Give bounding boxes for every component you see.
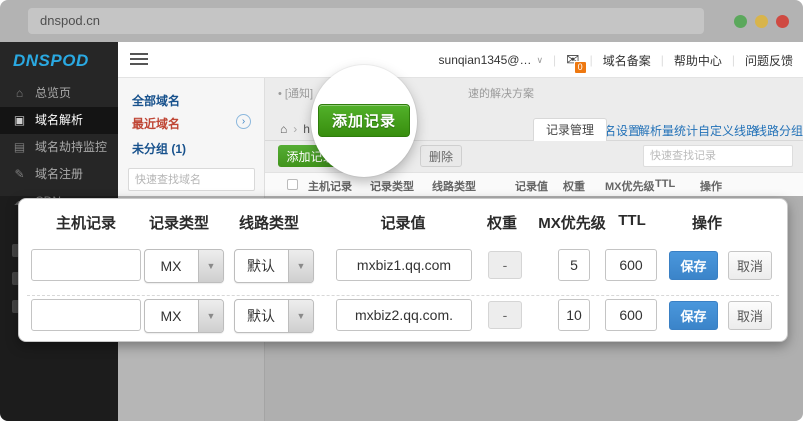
nav-link-beian[interactable]: 域名备案: [603, 52, 651, 69]
record-value-input[interactable]: [336, 299, 472, 331]
ungrouped-link[interactable]: 未分组 (1): [132, 140, 186, 157]
tab-resolution-stats[interactable]: 解析量统计: [638, 122, 698, 139]
address-bar[interactable]: dnspod.cn: [28, 8, 704, 34]
account-name: sunqian1345@…: [439, 53, 532, 67]
row-divider: [27, 295, 779, 296]
record-type-value: MX: [145, 250, 197, 282]
line-type-value: 默认: [235, 250, 287, 282]
nav-link-help[interactable]: 帮助中心: [674, 52, 722, 69]
records-table-header: 主机记录 记录类型 线路类型 记录值 权重 MX优先级 TTL 操作: [265, 172, 803, 196]
mail-badge: 0: [574, 61, 587, 74]
line-type-select[interactable]: 默认 ▼: [234, 299, 314, 333]
sidebar-item-label: 域名劫持监控: [35, 134, 107, 161]
ttl-input[interactable]: [605, 249, 657, 281]
record-search-input[interactable]: [643, 145, 793, 167]
breadcrumb-domain: h: [303, 122, 310, 136]
sidebar-item-dns[interactable]: ▣ 域名解析: [0, 107, 118, 134]
col-mx: MX优先级: [605, 178, 655, 194]
sidebar-item-label: 域名注册: [35, 161, 83, 188]
line-type-value: 默认: [235, 300, 287, 332]
delete-button[interactable]: 删除: [420, 145, 462, 167]
host-input[interactable]: [31, 299, 141, 331]
edit-icon: ✎: [12, 161, 27, 188]
tutorial-spotlight: 添加记录: [311, 65, 417, 177]
divider: |: [553, 53, 556, 67]
recent-domains-link[interactable]: 最近域名: [132, 115, 180, 132]
col-host: 主机记录: [308, 178, 352, 194]
hamburger-menu-icon[interactable]: [130, 53, 148, 67]
mail-icon[interactable]: ✉ 0: [566, 50, 579, 70]
modal-col-mx: MX优先级: [538, 212, 606, 233]
col-ttl: TTL: [655, 178, 675, 190]
save-button[interactable]: 保存: [669, 251, 718, 280]
home-icon: ⌂: [12, 80, 27, 107]
sidebar-item-label: 总览页: [35, 80, 71, 107]
col-line: 线路类型: [432, 178, 476, 194]
breadcrumb-separator: ›: [293, 122, 297, 136]
add-record-button-highlighted[interactable]: 添加记录: [318, 104, 410, 137]
col-actions: 操作: [700, 178, 722, 194]
dnspod-logo: DNSPOD: [0, 42, 118, 80]
host-input[interactable]: [31, 249, 141, 281]
record-value-input[interactable]: [336, 249, 472, 281]
chevron-down-icon: ▼: [288, 250, 313, 282]
sidebar-item-label: 域名解析: [35, 107, 83, 134]
expand-circle-icon[interactable]: ›: [236, 114, 251, 129]
modal-col-ttl: TTL: [618, 212, 646, 229]
chevron-down-icon: ▼: [198, 300, 223, 332]
modal-col-value: 记录值: [380, 212, 425, 233]
divider: |: [590, 53, 593, 67]
record-type-select[interactable]: MX ▼: [144, 299, 224, 333]
home-icon[interactable]: ⌂: [280, 122, 287, 136]
line-type-select[interactable]: 默认 ▼: [234, 249, 314, 283]
tab-custom-lines[interactable]: 自定义线路: [698, 122, 758, 139]
sidebar-item-overview[interactable]: ⌂ 总览页: [0, 80, 118, 107]
window-controls: [734, 15, 789, 28]
chevron-down-icon: ▼: [198, 250, 223, 282]
modal-col-line: 线路类型: [239, 212, 299, 233]
notice-text-suffix: 速的解决方案: [468, 85, 534, 101]
traffic-light-green-icon[interactable]: [734, 15, 747, 28]
cancel-button[interactable]: 取消: [728, 301, 772, 330]
sidebar-item-hijack-monitor[interactable]: ▤ 域名劫持监控: [0, 134, 118, 161]
monitor-icon: ▣: [12, 107, 27, 134]
top-navbar: sunqian1345@… ∨ | ✉ 0 | 域名备案 | 帮助中心 | 问题…: [118, 42, 803, 78]
nav-link-feedback[interactable]: 问题反馈: [745, 52, 793, 69]
weight-box: -: [488, 251, 522, 279]
chevron-down-icon: ▼: [288, 300, 313, 332]
traffic-light-yellow-icon[interactable]: [755, 15, 768, 28]
col-type: 记录类型: [370, 178, 414, 194]
col-weight: 权重: [563, 178, 585, 194]
weight-box: -: [488, 301, 522, 329]
domain-search-input[interactable]: [128, 168, 255, 191]
tab-record-management[interactable]: 记录管理: [533, 118, 607, 141]
browser-titlebar: dnspod.cn: [0, 0, 803, 42]
all-domains-link[interactable]: 全部域名: [132, 92, 180, 109]
breadcrumb: ⌂ › h: [280, 122, 310, 136]
tab-line-groups[interactable]: 线路分组: [755, 122, 803, 139]
modal-col-actions: 操作: [692, 212, 722, 233]
divider: |: [661, 53, 664, 67]
divider: |: [732, 53, 735, 67]
account-menu[interactable]: sunqian1345@… ∨: [439, 53, 544, 67]
record-type-value: MX: [145, 300, 197, 332]
save-button[interactable]: 保存: [669, 301, 718, 330]
traffic-light-red-icon[interactable]: [776, 15, 789, 28]
mx-priority-input[interactable]: [558, 249, 590, 281]
select-all-checkbox[interactable]: [287, 179, 298, 190]
browser-window: dnspod.cn DNSPOD ⌂ 总览页 ▣ 域名解析 ▤ 域名劫持监控 ✎…: [0, 0, 803, 421]
notice-text-prefix: • [通知]: [278, 85, 313, 101]
mx-priority-input[interactable]: [558, 299, 590, 331]
cancel-button[interactable]: 取消: [728, 251, 772, 280]
modal-col-type: 记录类型: [149, 212, 209, 233]
col-value: 记录值: [515, 178, 548, 194]
add-record-modal: 主机记录 记录类型 线路类型 记录值 权重 MX优先级 TTL 操作 MX ▼ …: [18, 198, 788, 342]
modal-col-weight: 权重: [487, 212, 517, 233]
modal-col-host: 主机记录: [56, 212, 116, 233]
record-type-select[interactable]: MX ▼: [144, 249, 224, 283]
chevron-down-icon: ∨: [536, 55, 543, 66]
sidebar-item-domain-register[interactable]: ✎ 域名注册: [0, 161, 118, 188]
grid-icon: ▤: [12, 134, 27, 161]
ttl-input[interactable]: [605, 299, 657, 331]
